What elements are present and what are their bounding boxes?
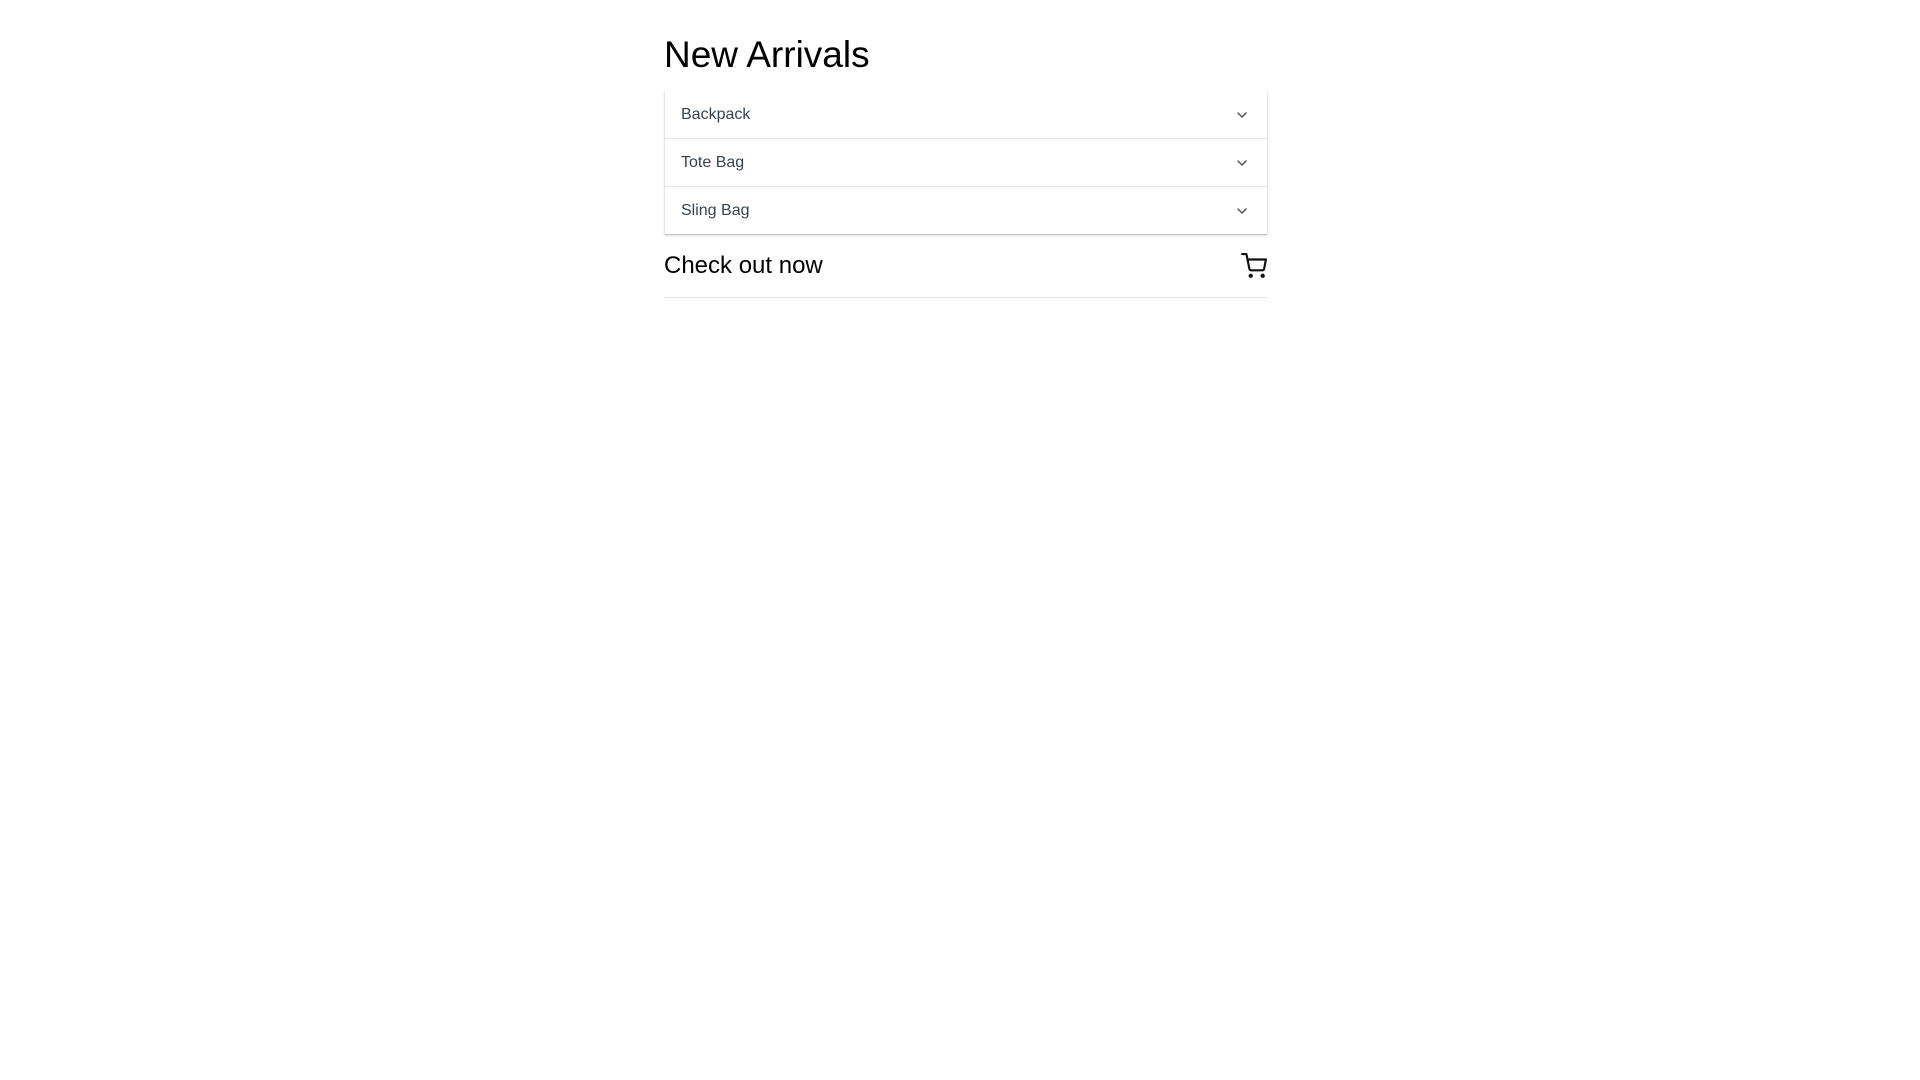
- accordion-item-sling-bag[interactable]: Sling Bag: [665, 187, 1267, 235]
- accordion-item-label: Sling Bag: [681, 201, 750, 219]
- chevron-down-icon: [1233, 154, 1251, 172]
- accordion-item-tote-bag[interactable]: Tote Bag: [665, 139, 1267, 187]
- shopping-cart-icon[interactable]: [1240, 252, 1268, 280]
- page-title: New Arrivals: [664, 34, 870, 75]
- checkout-row: Check out now: [664, 235, 1268, 298]
- accordion-item-backpack[interactable]: Backpack: [665, 91, 1267, 139]
- checkout-label: Check out now: [664, 252, 823, 279]
- product-accordion: Backpack Tote Bag Sling Bag: [664, 91, 1268, 235]
- chevron-down-icon: [1233, 106, 1251, 124]
- new-arrivals-section: New Arrivals Backpack Tote Bag Sling Bag…: [664, 28, 1268, 298]
- accordion-item-label: Backpack: [681, 105, 751, 123]
- accordion-item-label: Tote Bag: [681, 153, 745, 171]
- chevron-down-icon: [1233, 202, 1251, 220]
